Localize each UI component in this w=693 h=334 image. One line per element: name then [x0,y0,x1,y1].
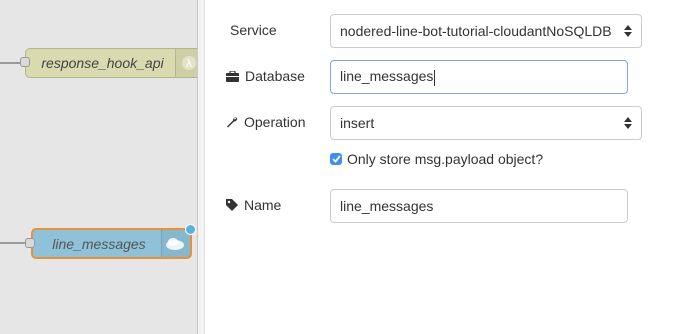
svg-text:λ: λ [186,57,193,70]
service-value: nodered-line-bot-tutorial-cloudantNoSQLD… [340,23,612,39]
node-edit-form: Service nodered-line-bot-tutorial-clouda… [206,0,693,334]
select-arrows-icon [624,117,632,129]
name-value: line_messages [340,198,434,214]
panel-splitter[interactable] [197,0,205,334]
select-arrows-icon [624,25,632,37]
operation-select[interactable]: insert [330,106,642,140]
briefcase-icon [226,70,239,82]
node-response-hook-api[interactable]: response_hook_api λ [25,48,205,78]
input-port[interactable] [20,57,30,67]
checkmark-icon [331,155,341,163]
node-label: response_hook_api [41,55,164,71]
cloud-icon [161,230,190,257]
tag-icon [226,199,238,211]
node-line-messages[interactable]: line_messages [31,224,196,259]
only-payload-checkbox[interactable] [330,153,342,165]
output-port[interactable] [185,224,196,235]
database-input[interactable]: line_messages [330,60,628,94]
node-label: line_messages [52,235,146,252]
only-payload-label: Only store msg.payload object? [347,151,544,167]
name-label: Name [226,188,281,222]
operation-label: Operation [226,105,305,139]
operation-value: insert [340,115,375,131]
database-value: line_messages [340,68,436,86]
flow-canvas[interactable]: response_hook_api λ line_messages [0,0,205,334]
name-input[interactable]: line_messages [330,189,628,223]
only-payload-option[interactable]: Only store msg.payload object? [330,151,543,167]
service-select[interactable]: nodered-line-bot-tutorial-cloudantNoSQLD… [330,14,642,48]
database-label: Database [226,59,305,93]
service-label: Service [230,22,277,38]
input-port[interactable] [25,238,35,248]
wrench-icon [227,117,238,128]
